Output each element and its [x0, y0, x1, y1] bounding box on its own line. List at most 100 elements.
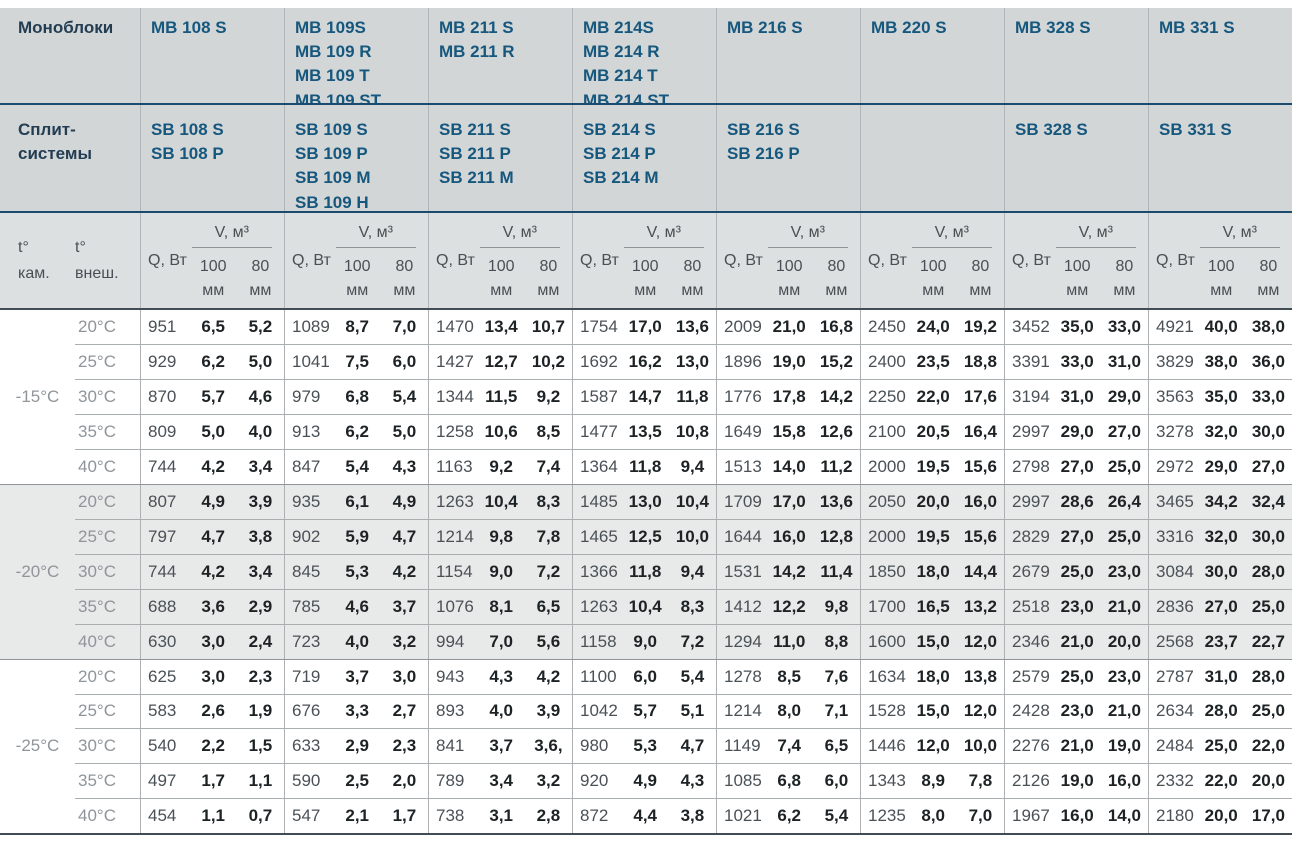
- split-model-name: SB 211 P: [439, 142, 572, 166]
- data-cell-group-4: 146512,510,0: [572, 520, 716, 554]
- volume-80mm-line1: 80: [669, 255, 716, 279]
- outdoor-temp-value: 30°C: [75, 380, 140, 414]
- volume-100mm-line2: мм: [910, 279, 957, 303]
- volume-100mm-value: 16,0: [1054, 799, 1101, 833]
- data-cell-group-5: 189619,015,2: [716, 345, 860, 379]
- q-watt-header: Q, Вт: [285, 213, 334, 308]
- volume-100mm-line2: мм: [766, 279, 813, 303]
- volume-80mm-value: 10,8: [669, 415, 716, 449]
- volume-100mm-value: 22,0: [1198, 764, 1245, 798]
- q-watt-value: 1470: [429, 310, 478, 344]
- chamber-temp-header-line2: кам.: [18, 261, 75, 287]
- volume-80mm-value: 20,0: [1245, 764, 1292, 798]
- volume-100mm-value: 12,2: [766, 590, 813, 624]
- volume-100mm-value: 11,0: [766, 625, 813, 659]
- q-watt-value: 2276: [1005, 729, 1054, 763]
- volume-80mm-value: 1,1: [237, 764, 284, 798]
- volume-80mm-value: 36,0: [1245, 345, 1292, 379]
- data-cell-group-3: 10768,16,5: [428, 590, 572, 624]
- q-watt-value: 3194: [1005, 380, 1054, 414]
- volume-100mm-value: 40,0: [1198, 310, 1245, 344]
- table-row: 20°C6253,02,37193,73,09434,34,211006,05,…: [75, 660, 1292, 694]
- volume-80mm-value: 25,0: [1101, 520, 1148, 554]
- data-cell-group-2: 10898,77,0: [284, 310, 428, 344]
- data-cell-group-4: 11589,07,2: [572, 625, 716, 659]
- data-cell-group-4: 136411,89,4: [572, 450, 716, 484]
- chamber-temp-header: t° кам.: [0, 213, 75, 308]
- volume-80mm-value: 1,7: [381, 799, 428, 833]
- q-watt-header: Q, Вт: [1149, 213, 1198, 308]
- q-watt-value: 1477: [573, 415, 622, 449]
- monoblock-model-name: MB 109 ST: [295, 89, 428, 103]
- outdoor-temp-value: 25°C: [75, 695, 140, 729]
- q-watt-value: 2997: [1005, 485, 1054, 519]
- data-cell-group-6: 160015,012,0: [860, 625, 1004, 659]
- volume-80mm-value: 1,5: [237, 729, 284, 763]
- volume-80mm-header: 80мм: [1245, 255, 1292, 303]
- volume-100mm-value: 14,0: [766, 450, 813, 484]
- data-cell-group-8: 248425,022,0: [1148, 729, 1292, 763]
- split-models-groups: SB 108 SSB 108 PSB 109 SSB 109 PSB 109 M…: [140, 105, 1292, 211]
- monoblock-model-name: MB 211 S: [439, 16, 572, 40]
- volume-80mm-value: 1,9: [237, 695, 284, 729]
- data-cell-group-6: 225022,017,6: [860, 380, 1004, 414]
- q-watt-value: 1850: [861, 555, 910, 589]
- volume-80mm-value: 20,0: [1101, 625, 1148, 659]
- volume-100mm-value: 7,5: [334, 345, 381, 379]
- data-cell-group-6: 210020,516,4: [860, 415, 1004, 449]
- volume-100mm-value: 3,0: [190, 625, 237, 659]
- volume-80mm-header: 80мм: [381, 255, 428, 303]
- volume-100mm-line1: 100: [334, 255, 381, 279]
- data-cell-group-1: 7974,73,8: [140, 520, 284, 554]
- volume-100mm-value: 3,3: [334, 695, 381, 729]
- split-label-line1: Сплит-: [18, 118, 140, 142]
- data-cell-group-3: 8413,73,6,: [428, 729, 572, 763]
- volume-100mm-value: 32,0: [1198, 520, 1245, 554]
- split-model-name: SB 214 S: [583, 118, 716, 142]
- q-watt-value: 2484: [1149, 729, 1198, 763]
- data-cell-group-5: 153114,211,4: [716, 555, 860, 589]
- q-watt-value: 1692: [573, 345, 622, 379]
- data-cell-group-5: 11497,46,5: [716, 729, 860, 763]
- data-cell-group-5: 170917,013,6: [716, 485, 860, 519]
- volume-80mm-line2: мм: [1101, 279, 1148, 303]
- q-watt-value: 943: [429, 660, 478, 694]
- q-watt-value: 785: [285, 590, 334, 624]
- monoblock-model-group-6: MB 220 S: [860, 8, 1004, 103]
- data-cell-group-1: 8095,04,0: [140, 415, 284, 449]
- q-watt-value: 807: [141, 485, 190, 519]
- volume-80mm-value: 12,0: [957, 695, 1004, 729]
- q-watt-header: Q, Вт: [429, 213, 478, 308]
- volume-80mm-value: 26,4: [1101, 485, 1148, 519]
- q-watt-value: 676: [285, 695, 334, 729]
- volume-100mm-value: 17,8: [766, 380, 813, 414]
- q-watt-value: 1163: [429, 450, 478, 484]
- table-row: 20°C9516,55,210898,77,0147013,410,717541…: [75, 310, 1292, 344]
- temp-group-3: -25°C20°C6253,02,37193,73,09434,34,21100…: [0, 659, 1292, 833]
- volume-80mm-value: 21,0: [1101, 695, 1148, 729]
- volume-80mm-value: 2,0: [381, 764, 428, 798]
- volume-80mm-value: 9,4: [669, 450, 716, 484]
- q-watt-value: 847: [285, 450, 334, 484]
- q-watt-value: 797: [141, 520, 190, 554]
- chamber-temp-value: -20°C: [0, 485, 75, 658]
- volume-80mm-value: 7,2: [525, 555, 572, 589]
- volume-80mm-value: 4,3: [669, 764, 716, 798]
- volume-100mm-value: 9,0: [622, 625, 669, 659]
- monoblocks-label: Моноблоки: [0, 8, 140, 103]
- volume-100mm-value: 35,0: [1054, 310, 1101, 344]
- volume-100mm-value: 16,5: [910, 590, 957, 624]
- volume-100mm-value: 20,0: [910, 485, 957, 519]
- volume-80mm-value: 4,7: [669, 729, 716, 763]
- data-cell-group-2: 9025,94,7: [284, 520, 428, 554]
- outdoor-temp-value: 20°C: [75, 485, 140, 519]
- data-cell-group-5: 12148,07,1: [716, 695, 860, 729]
- monoblock-model-name: MB 109 R: [295, 40, 428, 64]
- q-watt-value: 4921: [1149, 310, 1198, 344]
- volume-80mm-value: 3,9: [237, 485, 284, 519]
- volume-80mm-value: 13,8: [957, 660, 1004, 694]
- volume-100mm-value: 4,0: [334, 625, 381, 659]
- volume-80mm-value: 32,4: [1245, 485, 1292, 519]
- table-row: 25°C9296,25,010417,56,0142712,710,216921…: [75, 344, 1292, 379]
- volume-80mm-value: 14,4: [957, 555, 1004, 589]
